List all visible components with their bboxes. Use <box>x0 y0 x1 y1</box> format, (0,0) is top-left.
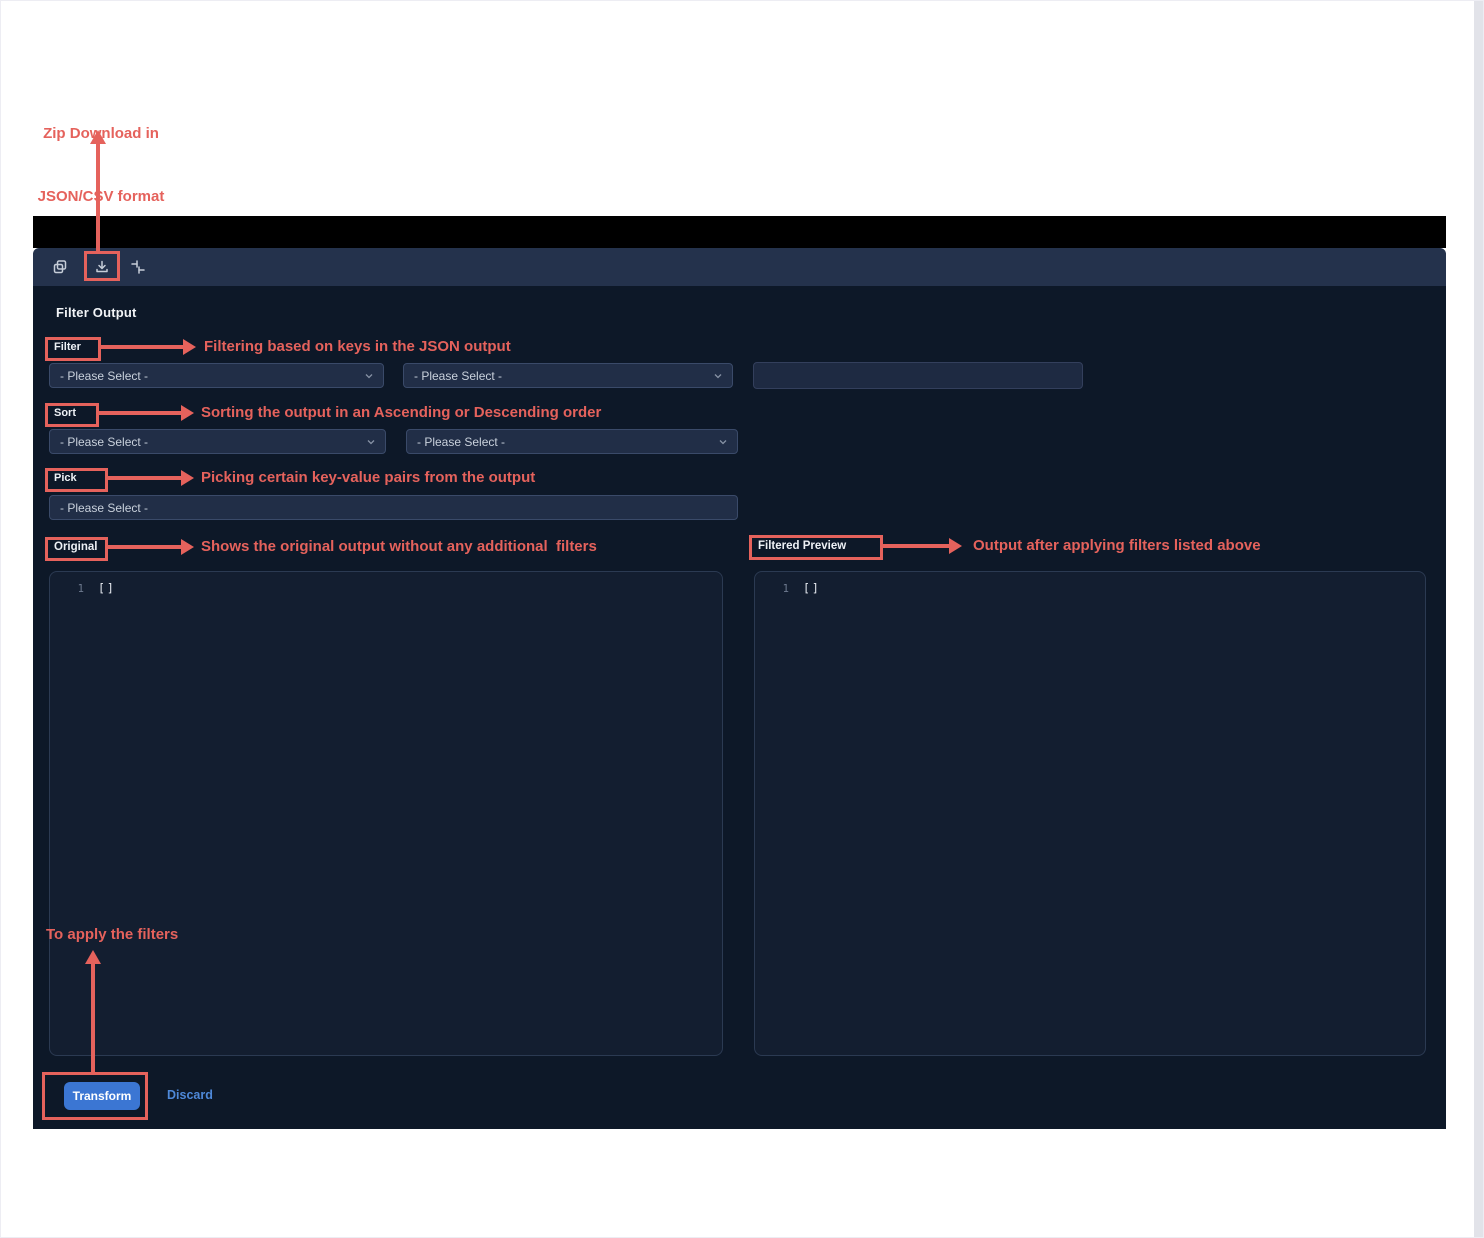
pick-label: Pick <box>54 472 77 484</box>
sort-key-select-value: - Please Select - <box>60 435 148 449</box>
pick-select-value: - Please Select - <box>60 501 148 515</box>
code-line: 1 [] <box>50 581 722 595</box>
annotation-sort: Sorting the output in an Ascending or De… <box>201 404 601 421</box>
line-number: 1 <box>755 583 789 595</box>
arrow-shaft <box>99 411 181 415</box>
page-title: Filter Output <box>56 305 137 320</box>
arrow-shaft <box>96 143 100 251</box>
arrow-right-icon <box>949 538 962 554</box>
chevron-down-icon <box>365 436 377 451</box>
filter-condition-select-value: - Please Select - <box>414 369 502 383</box>
collapse-button[interactable] <box>127 257 149 279</box>
sort-order-select-value: - Please Select - <box>417 435 505 449</box>
download-button[interactable] <box>91 257 113 279</box>
sort-label: Sort <box>54 407 76 419</box>
filter-label: Filter <box>54 341 81 353</box>
copy-icon <box>51 258 69 279</box>
annotation-filtered: Output after applying filters listed abo… <box>973 537 1261 554</box>
annotation-pick: Picking certain key-value pairs from the… <box>201 469 535 486</box>
download-icon <box>93 258 111 279</box>
toolbar <box>33 248 1446 286</box>
sort-order-select[interactable]: - Please Select - <box>406 429 738 454</box>
filter-key-select[interactable]: - Please Select - <box>49 363 384 388</box>
annotation-zip-download: Zip Download in JSON/CSV format <box>21 81 181 249</box>
filter-key-select-value: - Please Select - <box>60 369 148 383</box>
arrow-shaft <box>883 544 949 548</box>
pick-select[interactable]: - Please Select - <box>49 495 738 520</box>
window-titlebar <box>33 216 1446 248</box>
code-line: 1 [] <box>755 581 1425 595</box>
filter-value-input[interactable] <box>753 362 1083 389</box>
arrow-right-icon <box>181 470 194 486</box>
transform-button[interactable]: Transform <box>64 1082 140 1110</box>
arrow-shaft <box>108 476 181 480</box>
chevron-down-icon <box>363 370 375 385</box>
annotated-screenshot-page: Filter Output Filter - Please Select - -… <box>0 0 1484 1238</box>
annotation-zip-line2: JSON/CSV format <box>21 186 181 207</box>
arrow-up-icon <box>85 950 101 964</box>
code-content: [] <box>803 581 821 595</box>
annotation-original: Shows the original output without any ad… <box>201 538 597 555</box>
copy-button[interactable] <box>49 257 71 279</box>
original-code-editor[interactable]: 1 [] <box>49 571 723 1056</box>
sort-key-select[interactable]: - Please Select - <box>49 429 386 454</box>
collapse-icon <box>129 258 147 279</box>
arrow-right-icon <box>181 539 194 555</box>
line-number: 1 <box>50 583 84 595</box>
filter-condition-select[interactable]: - Please Select - <box>403 363 733 388</box>
annotation-apply: To apply the filters <box>46 926 178 943</box>
arrow-right-icon <box>181 405 194 421</box>
arrow-shaft <box>91 963 95 1072</box>
chevron-down-icon <box>712 370 724 385</box>
arrow-shaft <box>108 545 181 549</box>
chevron-down-icon <box>717 436 729 451</box>
scrollbar[interactable] <box>1474 1 1483 1238</box>
original-label: Original <box>54 541 97 553</box>
annotation-filter: Filtering based on keys in the JSON outp… <box>204 338 511 355</box>
arrow-right-icon <box>183 339 196 355</box>
arrow-up-icon <box>90 130 106 144</box>
code-content: [] <box>98 581 116 595</box>
filtered-preview-label: Filtered Preview <box>758 540 846 552</box>
arrow-shaft <box>101 345 183 349</box>
discard-button[interactable]: Discard <box>167 1088 213 1102</box>
filtered-preview-code-editor[interactable]: 1 [] <box>754 571 1426 1056</box>
